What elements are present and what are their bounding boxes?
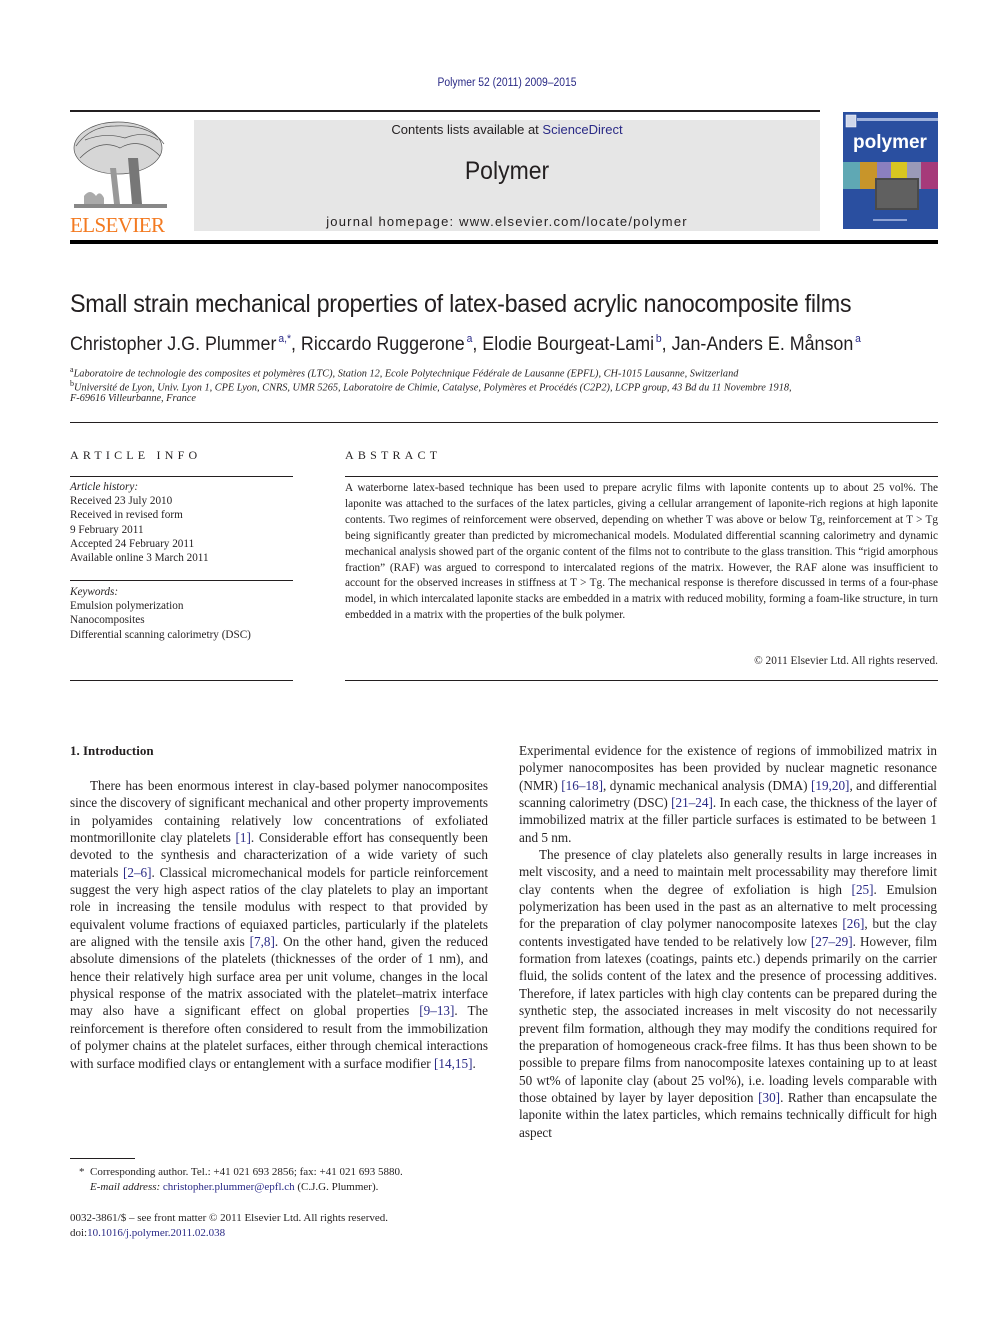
elsevier-wordmark: ELSEVIER xyxy=(70,213,165,237)
elsevier-tree-icon xyxy=(73,121,167,208)
keywords: Keywords: Emulsion polymerization Nanoco… xyxy=(70,585,251,642)
article-info-heading: ARTICLE INFO xyxy=(70,448,202,462)
divider xyxy=(345,476,938,477)
corresponding-author: Corresponding author. Tel.: +41 021 693 … xyxy=(90,1166,403,1178)
citation-link[interactable]: [2–6] xyxy=(123,865,152,880)
footnote: * Corresponding author. Tel.: +41 021 69… xyxy=(79,1166,403,1193)
journal-title: Polymer xyxy=(464,157,550,185)
citation-link[interactable]: [14,15] xyxy=(434,1056,472,1071)
email-link[interactable]: christopher.plummer@epfl.ch xyxy=(163,1181,295,1193)
author-list: Christopher J.G. Plummer a,*, Riccardo Ru… xyxy=(70,333,861,355)
contents-line: Contents lists available at ScienceDirec… xyxy=(194,122,820,137)
footnote-rule xyxy=(70,1158,135,1159)
sciencedirect-link[interactable]: ScienceDirect xyxy=(542,122,622,137)
journal-banner: Contents lists available at ScienceDirec… xyxy=(194,120,820,231)
elsevier-logo[interactable]: ELSEVIER xyxy=(70,118,171,237)
history-item: Received 23 July 2010 xyxy=(70,495,173,508)
citation-link[interactable]: [25] xyxy=(852,882,874,897)
header-rule xyxy=(70,110,820,112)
article-history: Article history: Received 23 July 2010 R… xyxy=(70,480,209,565)
issn-line: 0032-3861/$ – see front matter © 2011 El… xyxy=(70,1212,389,1224)
keywords-label: Keywords: xyxy=(70,586,119,598)
citation-link[interactable]: [16–18] xyxy=(561,778,603,793)
article-history-label: Article history: xyxy=(70,481,139,493)
email-label: E-mail address: xyxy=(90,1181,161,1193)
author[interactable]: Christopher J.G. Plummer a,* xyxy=(70,333,291,355)
keyword[interactable]: Nanocomposites xyxy=(70,613,251,627)
journal-citation[interactable]: Polymer 52 (2011) 2009–2015 xyxy=(51,77,964,89)
divider xyxy=(70,422,938,423)
body-column-right: Experimental evidence for the existence … xyxy=(519,742,937,1141)
section-heading: 1. Introduction xyxy=(70,743,154,758)
citation-link[interactable]: [7,8] xyxy=(250,934,275,949)
affiliation-b-cont: F-69616 Villeurbanne, France xyxy=(70,393,196,404)
author[interactable]: Riccardo Ruggerone a xyxy=(301,333,472,355)
article-title: Small strain mechanical properties of la… xyxy=(70,290,852,318)
journal-homepage[interactable]: journal homepage: www.elsevier.com/locat… xyxy=(194,214,820,229)
body-paragraph: There has been enormous interest in clay… xyxy=(70,778,489,1071)
author-affiliation-mark: a,* xyxy=(278,333,291,345)
history-item: Accepted 24 February 2011 xyxy=(70,537,195,550)
history-item: Available online 3 March 2011 xyxy=(70,552,209,565)
citation-link[interactable]: [21–24] xyxy=(671,795,713,810)
affiliation-b: bUniversité de Lyon, Univ. Lyon 1, CPE L… xyxy=(70,379,792,394)
front-matter: 0032-3861/$ – see front matter © 2011 El… xyxy=(70,1212,389,1239)
abstract-text: A waterborne latex-based technique has b… xyxy=(345,482,938,622)
contents-prefix: Contents lists available at xyxy=(391,122,543,137)
header-thick-rule xyxy=(70,240,938,244)
divider xyxy=(345,680,938,681)
author[interactable]: Jan-Anders E. Månson a xyxy=(672,333,861,355)
history-item: Received in revised form xyxy=(70,509,183,522)
divider xyxy=(70,680,293,681)
citation-link[interactable]: [30] xyxy=(758,1090,780,1105)
divider xyxy=(70,476,293,477)
citation-link[interactable]: [27–29] xyxy=(811,934,853,949)
citation-link[interactable]: [1] xyxy=(236,830,251,845)
keyword[interactable]: Differential scanning calorimetry (DSC) xyxy=(70,628,251,642)
author-affiliation-mark: a xyxy=(855,333,861,345)
citation-link[interactable]: [9–13] xyxy=(419,1003,454,1018)
footnote-mark: * xyxy=(79,1166,85,1178)
body-paragraph: Experimental evidence for the existence … xyxy=(519,743,937,845)
history-item: 9 February 2011 xyxy=(70,523,144,536)
author[interactable]: Elodie Bourgeat-Lami b xyxy=(482,333,661,355)
citation-link[interactable]: [19,20] xyxy=(811,778,849,793)
cover-title: polymer xyxy=(853,132,928,153)
journal-cover[interactable]: polymer xyxy=(843,112,938,229)
journal-cover-image: polymer xyxy=(843,112,938,229)
abstract-copyright: © 2011 Elsevier Ltd. All rights reserved… xyxy=(754,655,938,667)
body-column-left: There has been enormous interest in clay… xyxy=(70,777,488,1072)
abstract-heading: ABSTRACT xyxy=(345,448,442,462)
affiliation-a: aLaboratoire de technologie des composit… xyxy=(70,365,739,380)
divider xyxy=(70,580,293,581)
citation-link[interactable]: [26] xyxy=(842,916,864,931)
doi-link[interactable]: 10.1016/j.polymer.2011.02.038 xyxy=(87,1227,225,1239)
body-paragraph: The presence of clay platelets also gene… xyxy=(519,847,938,1140)
keyword[interactable]: Emulsion polymerization xyxy=(70,599,251,613)
